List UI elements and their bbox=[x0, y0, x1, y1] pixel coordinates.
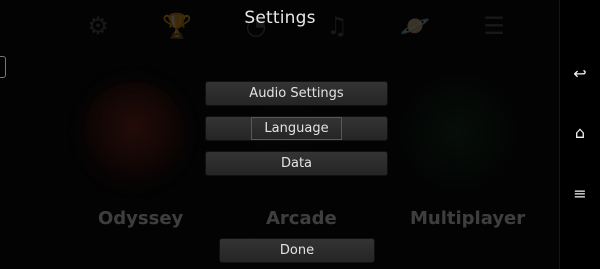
mode-odyssey-label: Odyssey bbox=[98, 208, 184, 229]
language-button[interactable]: Language bbox=[205, 116, 388, 141]
data-button[interactable]: Data bbox=[205, 151, 388, 176]
done-label: Done bbox=[279, 243, 315, 258]
back-icon[interactable]: ↩ bbox=[566, 60, 594, 88]
data-label: Data bbox=[280, 156, 313, 171]
audio-settings-label: Audio Settings bbox=[249, 86, 344, 101]
odyssey-orb bbox=[84, 82, 184, 182]
system-navigation-bar: ↩ ⌂ ≡ bbox=[559, 0, 600, 269]
multiplayer-orb bbox=[408, 82, 508, 182]
game-menu-background: ⚙ 🏆 ◔ ♫ 🪐 ☰ Odyssey Arcade Multiplayer S… bbox=[0, 0, 560, 269]
settings-title: Settings bbox=[244, 8, 316, 28]
mode-multiplayer-label: Multiplayer bbox=[410, 208, 526, 229]
done-button[interactable]: Done bbox=[219, 238, 375, 263]
home-icon[interactable]: ⌂ bbox=[566, 119, 594, 147]
audio-settings-button[interactable]: Audio Settings bbox=[205, 81, 388, 106]
language-label: Language bbox=[251, 117, 342, 140]
mode-arcade-label: Arcade bbox=[266, 208, 337, 229]
menu-icon[interactable]: ≡ bbox=[566, 180, 594, 208]
app-screen: ⚙ 🏆 ◔ ♫ 🪐 ☰ Odyssey Arcade Multiplayer S… bbox=[0, 0, 600, 269]
